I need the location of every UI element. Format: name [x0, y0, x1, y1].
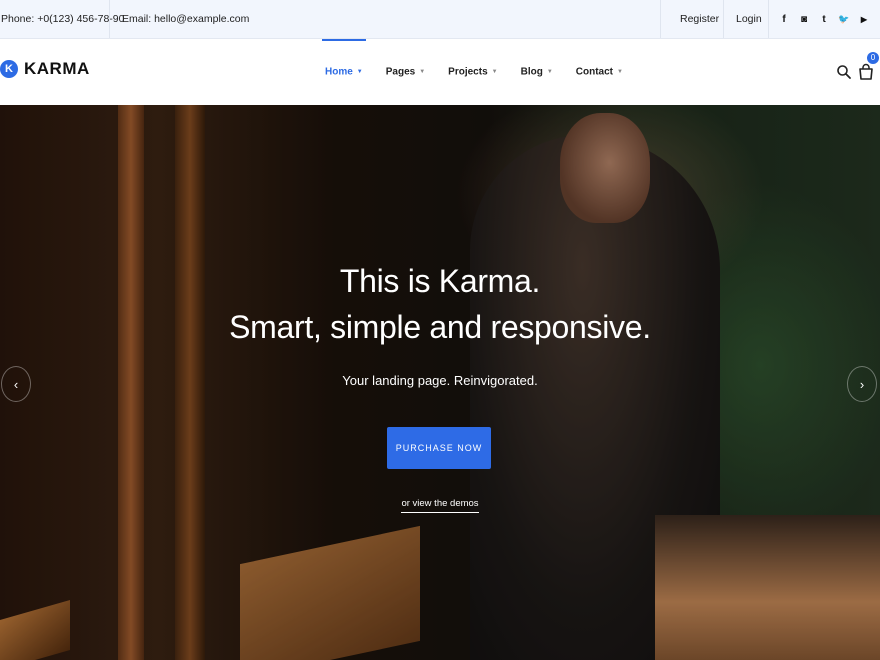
logo-mark-icon: K	[0, 60, 18, 78]
hero-title-line1: This is Karma.	[339, 263, 541, 299]
nav-label: Pages	[385, 66, 416, 78]
logo[interactable]: K KARMA	[0, 59, 90, 79]
nav-label: Blog	[520, 66, 543, 78]
youtube-icon[interactable]: ▶	[854, 15, 874, 24]
nav-item-projects[interactable]: Projects ▼	[443, 39, 502, 105]
view-demos-link[interactable]: or view the demos	[401, 498, 479, 513]
main-nav: Home ▼ Pages ▼ Projects ▼ Blog ▼ Contact ▼	[320, 39, 641, 105]
site-header: K KARMA Home ▼ Pages ▼ Projects ▼ Blog ▼ Con…	[0, 39, 880, 105]
hero-subtitle: Your landing page. Reinvigorated.	[342, 373, 538, 388]
tumblr-icon[interactable]: t	[814, 14, 834, 25]
cart-count-badge: 0	[867, 52, 879, 64]
next-slide-arrow-icon[interactable]: ›	[847, 366, 877, 402]
twitter-icon[interactable]: 🐦	[834, 14, 854, 25]
search-icon[interactable]	[836, 64, 852, 80]
view-demos-link-wrap: or view the demos	[0, 493, 880, 513]
instagram-icon[interactable]: ◙	[794, 14, 814, 25]
email-text: Email: hello@example.com	[122, 13, 250, 25]
hero-slider: This is Karma. Smart, simple and respons…	[0, 105, 880, 660]
social-links: f ◙ t 🐦 ▶	[774, 0, 874, 38]
hero-title-line2: Smart, simple and responsive.	[229, 309, 651, 345]
nav-item-contact[interactable]: Contact ▼	[571, 39, 628, 105]
facebook-icon[interactable]: f	[774, 14, 794, 25]
topbar-divider	[660, 0, 661, 38]
phone-text: Phone: +0(123) 456-78-90	[1, 13, 125, 25]
chevron-down-icon: ▼	[617, 69, 623, 75]
nav-label: Projects	[448, 66, 488, 78]
purchase-now-button[interactable]: PURCHASE NOW	[387, 427, 491, 469]
top-bar: Phone: +0(123) 456-78-90 Email: hello@ex…	[0, 0, 880, 39]
chevron-down-icon: ▼	[491, 69, 498, 75]
cart-icon[interactable]	[857, 63, 875, 81]
nav-item-pages[interactable]: Pages ▼	[381, 39, 430, 105]
prev-slide-arrow-icon[interactable]: ‹	[1, 366, 31, 402]
chevron-down-icon: ▼	[419, 69, 426, 75]
topbar-divider	[768, 0, 769, 38]
login-link[interactable]: Login	[736, 0, 762, 38]
nav-label: Home	[325, 66, 353, 78]
register-link[interactable]: Register	[680, 0, 719, 38]
chevron-down-icon: ▼	[356, 69, 363, 75]
nav-item-blog[interactable]: Blog ▼	[516, 39, 558, 105]
topbar-divider	[109, 0, 110, 38]
logo-text: KARMA	[24, 59, 90, 78]
nav-item-home[interactable]: Home ▼	[320, 39, 368, 105]
chevron-down-icon: ▼	[546, 69, 553, 75]
topbar-divider	[723, 0, 724, 38]
nav-label: Contact	[575, 66, 613, 78]
